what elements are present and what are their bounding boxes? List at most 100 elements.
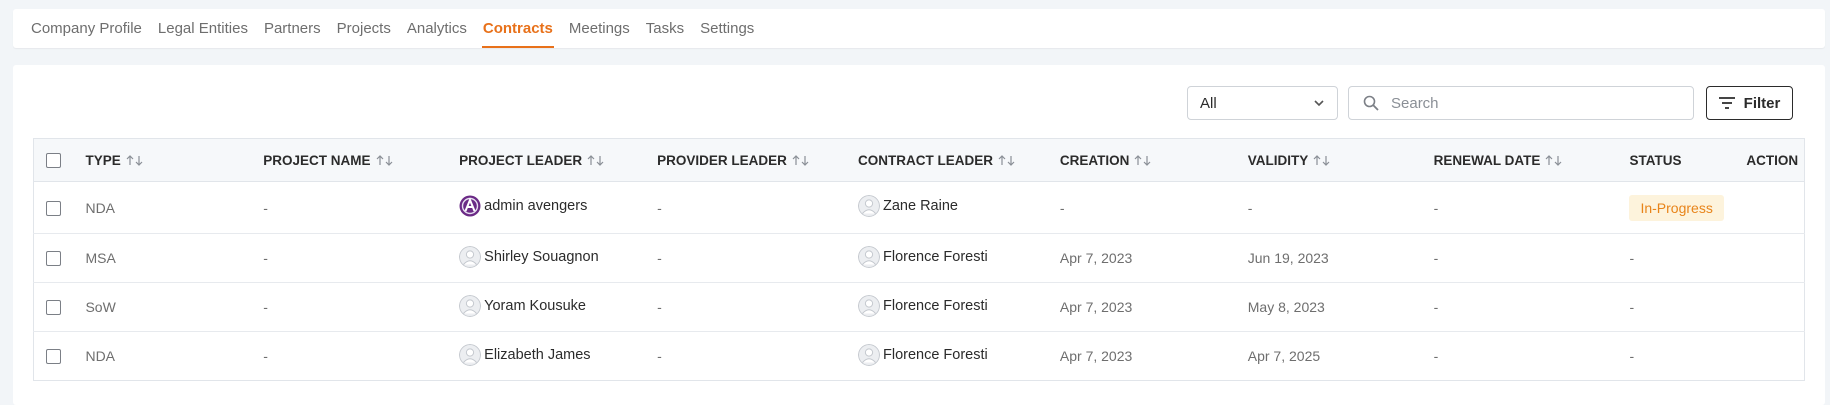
cell-project-leader: Yoram Kousuke <box>459 282 658 332</box>
avatar-placeholder-icon <box>857 343 880 366</box>
tab-contracts[interactable]: Contracts <box>481 9 554 48</box>
tab-tasks[interactable]: Tasks <box>646 9 684 48</box>
tab-settings[interactable]: Settings <box>700 9 754 48</box>
col-action: ACTION <box>1746 138 1805 182</box>
top-navigation: Company Profile Legal Entities Partners … <box>13 9 1825 48</box>
sort-icon[interactable] <box>792 154 810 166</box>
cell-type: NDA <box>85 181 264 234</box>
cell-status: In-Progress <box>1629 181 1747 234</box>
tab-legal-entities[interactable]: Legal Entities <box>158 9 248 48</box>
table-row[interactable]: NDA - admin avengers - Zane Raine - - - … <box>33 181 1805 234</box>
chevron-down-icon <box>1314 100 1324 107</box>
col-project-leader-label: PROJECT LEADER <box>459 152 583 168</box>
sort-icon[interactable] <box>376 154 394 166</box>
cell-project-name: - <box>263 181 460 234</box>
col-project-name[interactable]: PROJECT NAME <box>263 138 460 182</box>
contract-leader[interactable]: Florence Foresti <box>857 245 988 268</box>
cell-action <box>1746 233 1805 283</box>
sort-icon[interactable] <box>1545 154 1563 166</box>
cell-provider-leader: - <box>657 181 858 234</box>
contract-leader-name: Florence Foresti <box>882 297 988 314</box>
cell-status: - <box>1629 282 1747 332</box>
project-leader[interactable]: Shirley Souagnon <box>459 245 599 268</box>
col-status: STATUS <box>1629 138 1747 182</box>
sort-icon[interactable] <box>587 154 605 166</box>
select-all-checkbox[interactable] <box>46 152 61 168</box>
status-select[interactable]: All <box>1187 86 1338 120</box>
cell-creation: Apr 7, 2023 <box>1059 348 1133 364</box>
cell-validity: - <box>1247 181 1434 234</box>
project-leader[interactable]: Elizabeth James <box>459 343 591 366</box>
contracts-table: TYPE PROJECT NAME PROJECT LEADER PROVIDE… <box>33 138 1805 381</box>
col-provider-leader[interactable]: PROVIDER LEADER <box>657 138 858 182</box>
row-checkbox[interactable] <box>46 300 61 316</box>
cell-project-leader: admin avengers <box>459 181 658 234</box>
sort-icon[interactable] <box>126 154 144 166</box>
avatar-placeholder-icon <box>857 294 880 317</box>
col-project-name-label: PROJECT NAME <box>263 152 371 168</box>
contract-leader-name: Zane Raine <box>882 198 958 214</box>
cell-type: SoW <box>85 282 264 332</box>
col-contract-leader[interactable]: CONTRACT LEADER <box>857 138 1060 182</box>
cell-contract-leader: Florence Foresti <box>857 233 1060 283</box>
project-leader[interactable]: Yoram Kousuke <box>459 294 586 317</box>
cell-contract-leader: Florence Foresti <box>857 282 1060 332</box>
search-input[interactable] <box>1391 94 1671 112</box>
col-type-label: TYPE <box>85 152 121 168</box>
avatar-placeholder-icon <box>459 343 482 366</box>
row-select-cell <box>34 332 86 381</box>
table-row[interactable]: SoW - Yoram Kousuke - Florence Foresti A… <box>33 282 1805 332</box>
sort-icon[interactable] <box>998 154 1016 166</box>
tab-projects[interactable]: Projects <box>337 9 391 48</box>
cell-project-leader: Elizabeth James <box>459 332 657 381</box>
avatar-placeholder-icon <box>857 245 880 268</box>
table-row[interactable]: MSA - Shirley Souagnon - Florence Forest… <box>33 233 1805 283</box>
row-checkbox[interactable] <box>46 349 61 365</box>
tab-company-profile[interactable]: Company Profile <box>31 9 142 48</box>
status-badge: In-Progress <box>1629 194 1724 221</box>
cell-provider-leader: - <box>657 233 858 283</box>
table-header-row: TYPE PROJECT NAME PROJECT LEADER PROVIDE… <box>33 138 1805 182</box>
contract-leader[interactable]: Florence Foresti <box>857 343 988 366</box>
project-leader[interactable]: admin avengers <box>459 195 587 217</box>
avengers-avatar-icon <box>459 195 481 217</box>
search-box[interactable] <box>1348 86 1694 120</box>
row-checkbox[interactable] <box>46 251 61 267</box>
sort-icon[interactable] <box>1313 154 1331 166</box>
contract-leader[interactable]: Florence Foresti <box>857 294 988 317</box>
col-renewal-date[interactable]: RENEWAL DATE <box>1433 138 1630 182</box>
project-leader-name: Elizabeth James <box>484 346 591 363</box>
col-creation-label: CREATION <box>1059 152 1130 168</box>
row-select-cell <box>33 282 86 332</box>
row-checkbox[interactable] <box>46 200 61 216</box>
cell-contract-leader: Zane Raine <box>857 181 1060 234</box>
sort-icon[interactable] <box>1134 154 1152 166</box>
cell-provider-leader: - <box>657 282 858 332</box>
tab-analytics[interactable]: Analytics <box>407 9 467 48</box>
cell-validity: May 8, 2023 <box>1247 282 1434 332</box>
col-project-leader[interactable]: PROJECT LEADER <box>459 138 658 182</box>
table-row[interactable]: NDA - Elizabeth James - Florence Foresti… <box>34 332 1805 381</box>
cell-creation: Apr 7, 2023 <box>1059 282 1248 332</box>
cell-renewal-date: - <box>1433 282 1630 332</box>
col-contract-leader-label: CONTRACT LEADER <box>857 152 993 168</box>
col-renewal-date-label: RENEWAL DATE <box>1433 152 1541 168</box>
contract-leader[interactable]: Zane Raine <box>857 195 958 217</box>
filter-button[interactable]: Filter <box>1706 86 1793 120</box>
cell-creation: Apr 7, 2023 <box>1059 233 1248 283</box>
tab-meetings[interactable]: Meetings <box>569 9 630 48</box>
cell-status: - <box>1629 233 1747 283</box>
contracts-panel: All Filter TYPE PROJECT NAME PROJECT LEA… <box>13 65 1825 405</box>
cell-project-leader: Shirley Souagnon <box>459 233 658 283</box>
col-creation[interactable]: CREATION <box>1059 138 1248 182</box>
col-type[interactable]: TYPE <box>85 138 264 182</box>
filter-icon <box>1718 97 1735 109</box>
cell-renewal-date: - <box>1433 348 1439 364</box>
row-select-cell <box>33 181 86 234</box>
contract-leader-name: Florence Foresti <box>882 248 988 265</box>
tab-partners[interactable]: Partners <box>264 9 321 48</box>
col-validity-label: VALIDITY <box>1247 152 1309 168</box>
cell-action <box>1746 332 1804 381</box>
col-validity[interactable]: VALIDITY <box>1247 138 1434 182</box>
cell-project-name: - <box>263 282 460 332</box>
